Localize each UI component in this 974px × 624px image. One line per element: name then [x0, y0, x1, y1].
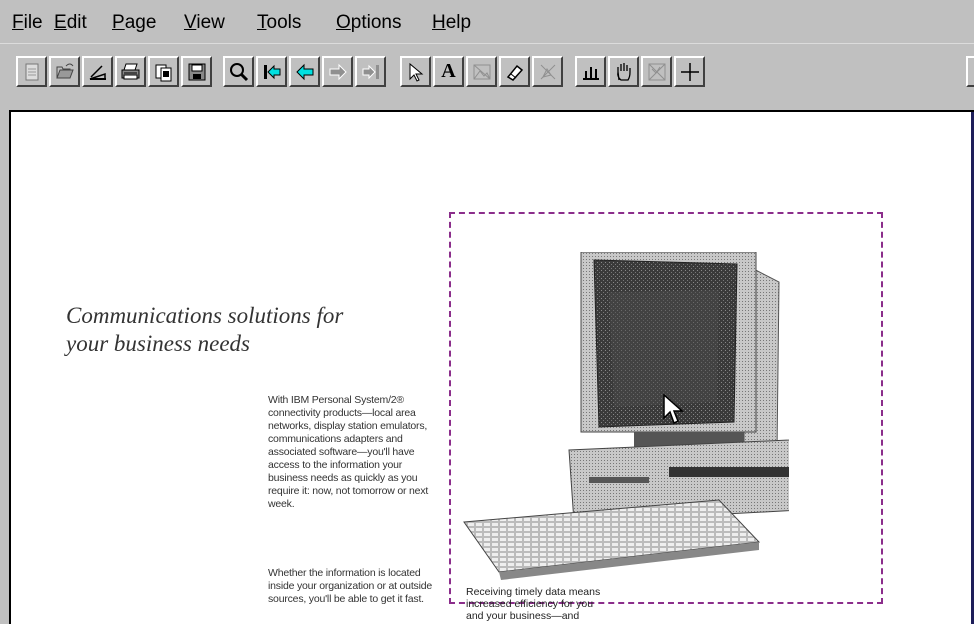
caption-line-1: Receiving timely data means	[466, 586, 601, 598]
copy-button[interactable]	[148, 56, 179, 87]
body-paragraph-2: Whether the information is located insid…	[268, 567, 433, 605]
copy-icon	[155, 64, 171, 81]
image-icon	[473, 64, 490, 79]
toolbar: A	[0, 44, 974, 106]
previous-page-icon	[295, 63, 313, 80]
zoom-icon	[229, 62, 248, 81]
caption-line-2: increased efficiency for you	[466, 598, 594, 610]
eraser-icon	[506, 64, 523, 81]
new-page-button[interactable]	[16, 56, 47, 87]
picture-icon	[648, 63, 665, 80]
image-tool-button[interactable]	[466, 56, 497, 87]
first-page-icon	[263, 64, 280, 79]
save-button[interactable]	[181, 56, 212, 87]
crop-icon	[540, 64, 555, 79]
menu-edit[interactable]: Edit	[54, 12, 87, 34]
crop-button[interactable]	[532, 56, 563, 87]
select-arrow-icon	[409, 62, 423, 82]
hand-icon	[616, 62, 631, 81]
caption-line-3: and your business—and	[466, 610, 580, 622]
new-page-icon	[25, 63, 38, 80]
menu-options[interactable]: Options	[336, 12, 401, 34]
heading-line-2: your business needs	[66, 331, 250, 356]
open-button[interactable]	[49, 56, 80, 87]
scan-button[interactable]	[82, 56, 113, 87]
select-arrow-button[interactable]	[400, 56, 431, 87]
menu-page[interactable]: Page	[112, 12, 156, 34]
menu-file[interactable]: File	[12, 12, 43, 34]
image-caption: Receiving timely data means increased ef…	[466, 586, 646, 622]
overflow-button[interactable]	[966, 56, 974, 87]
chart-icon	[582, 66, 599, 80]
next-page-button[interactable]	[322, 56, 353, 87]
picture-button[interactable]	[641, 56, 672, 87]
document-heading: Communications solutions for your busine…	[66, 302, 406, 358]
last-page-icon	[362, 64, 379, 79]
last-page-button[interactable]	[355, 56, 386, 87]
print-icon	[121, 63, 139, 79]
document-viewport[interactable]: Communications solutions for your busine…	[9, 110, 974, 624]
save-icon	[188, 63, 205, 80]
previous-page-button[interactable]	[289, 56, 320, 87]
crosshair-icon	[680, 62, 699, 81]
menu-bar: File Edit Page View Tools Options Help	[0, 0, 974, 44]
text-tool-button[interactable]: A	[433, 56, 464, 87]
mouse-pointer-icon	[663, 394, 684, 425]
print-button[interactable]	[115, 56, 146, 87]
crosshair-button[interactable]	[674, 56, 705, 87]
body-paragraph-1: With IBM Personal System/2® connectivity…	[268, 394, 429, 510]
text-icon: A	[441, 60, 456, 82]
zoom-button[interactable]	[223, 56, 254, 87]
hand-button[interactable]	[608, 56, 639, 87]
menu-help[interactable]: Help	[432, 12, 471, 34]
eraser-button[interactable]	[499, 56, 530, 87]
open-icon	[55, 63, 74, 78]
menu-view[interactable]: View	[184, 12, 225, 34]
next-page-icon	[329, 63, 347, 80]
first-page-button[interactable]	[256, 56, 287, 87]
heading-line-1: Communications solutions for	[66, 303, 344, 328]
menu-tools[interactable]: Tools	[257, 12, 301, 34]
scan-icon	[89, 64, 106, 80]
chart-button[interactable]	[575, 56, 606, 87]
